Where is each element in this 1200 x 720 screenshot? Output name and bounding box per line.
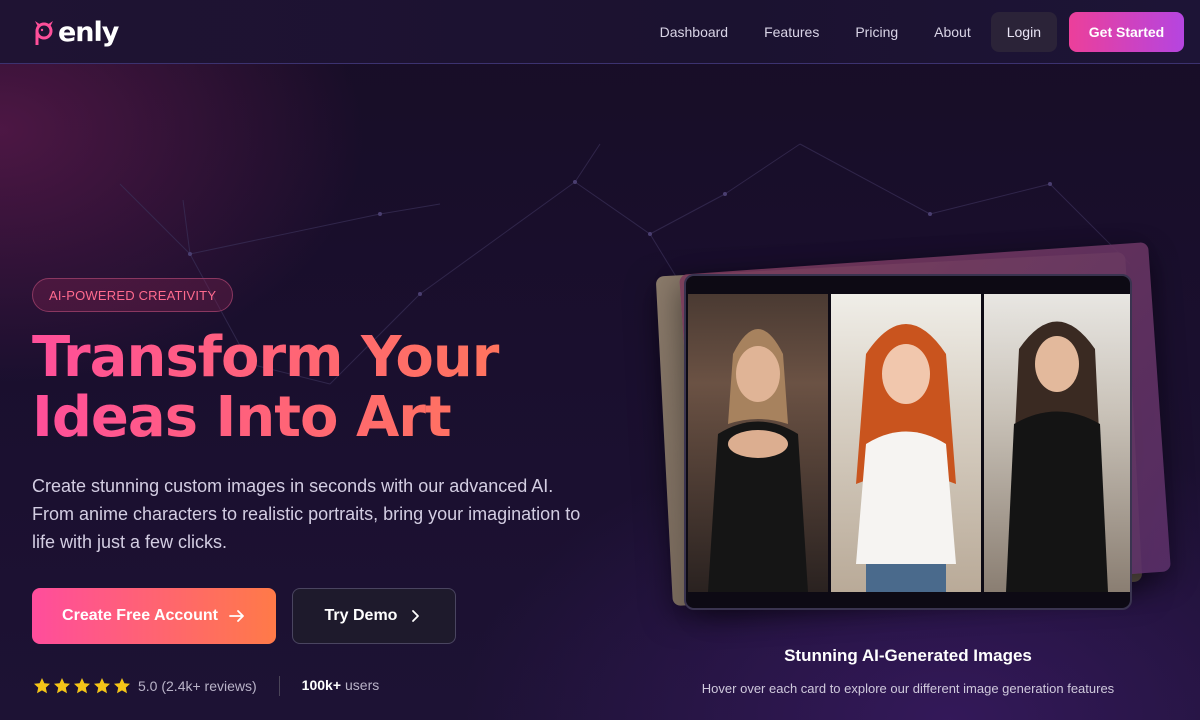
create-free-account-button[interactable]: Create Free Account [32, 588, 276, 644]
generated-image-1 [688, 294, 828, 592]
star-icon [74, 678, 90, 694]
star-rating [32, 676, 132, 696]
nav-links: Dashboard Features Pricing About Login G… [642, 12, 1184, 52]
nav-link-pricing[interactable]: Pricing [855, 24, 898, 40]
showcase-subtitle: Hover over each card to explore our diff… [701, 681, 1115, 696]
hero-headline: Transform Your Ideas Into Art [32, 328, 592, 448]
brand-logo[interactable]: enly [32, 14, 119, 50]
generated-image-3 [984, 294, 1130, 592]
try-demo-button[interactable]: Try Demo [292, 588, 456, 644]
user-count: 100k+ users [302, 677, 380, 695]
social-proof: 5.0 (2.4k+ reviews) 100k+ users [32, 676, 379, 696]
try-demo-label: Try Demo [324, 607, 398, 624]
star-icon [54, 678, 70, 694]
showcase-card-front[interactable] [684, 274, 1132, 610]
nav-link-about[interactable]: About [934, 24, 971, 40]
user-count-number: 100k+ [301, 677, 341, 693]
star-icon [114, 678, 130, 694]
chevron-right-icon [407, 608, 423, 624]
arrow-right-icon [228, 607, 246, 625]
image-showcase[interactable] [650, 240, 1180, 630]
hero-description: Create stunning custom images in seconds… [32, 476, 581, 552]
generated-image-2 [831, 294, 981, 592]
login-button[interactable]: Login [990, 12, 1057, 52]
devil-horns-p-icon [35, 21, 53, 45]
headline-line-2: Ideas Into Art [32, 388, 592, 448]
showcase-title: Stunning AI-Generated Images [784, 646, 1032, 665]
rating-text: 5.0 (2.4k+ reviews) [138, 678, 257, 694]
nav-link-features[interactable]: Features [764, 24, 819, 40]
create-free-account-label: Create Free Account [62, 607, 218, 624]
star-icon [94, 678, 110, 694]
user-count-label: users [345, 677, 380, 693]
nav-link-dashboard[interactable]: Dashboard [660, 24, 729, 40]
top-navbar: enly Dashboard Features Pricing About Lo… [0, 0, 1200, 64]
get-started-button[interactable]: Get Started [1069, 12, 1184, 52]
brand-name: enly [58, 16, 119, 48]
headline-line-1: Transform Your [32, 328, 592, 388]
star-icon [34, 678, 50, 694]
hero-badge: AI-POWERED CREATIVITY [32, 278, 234, 312]
divider [278, 676, 280, 696]
